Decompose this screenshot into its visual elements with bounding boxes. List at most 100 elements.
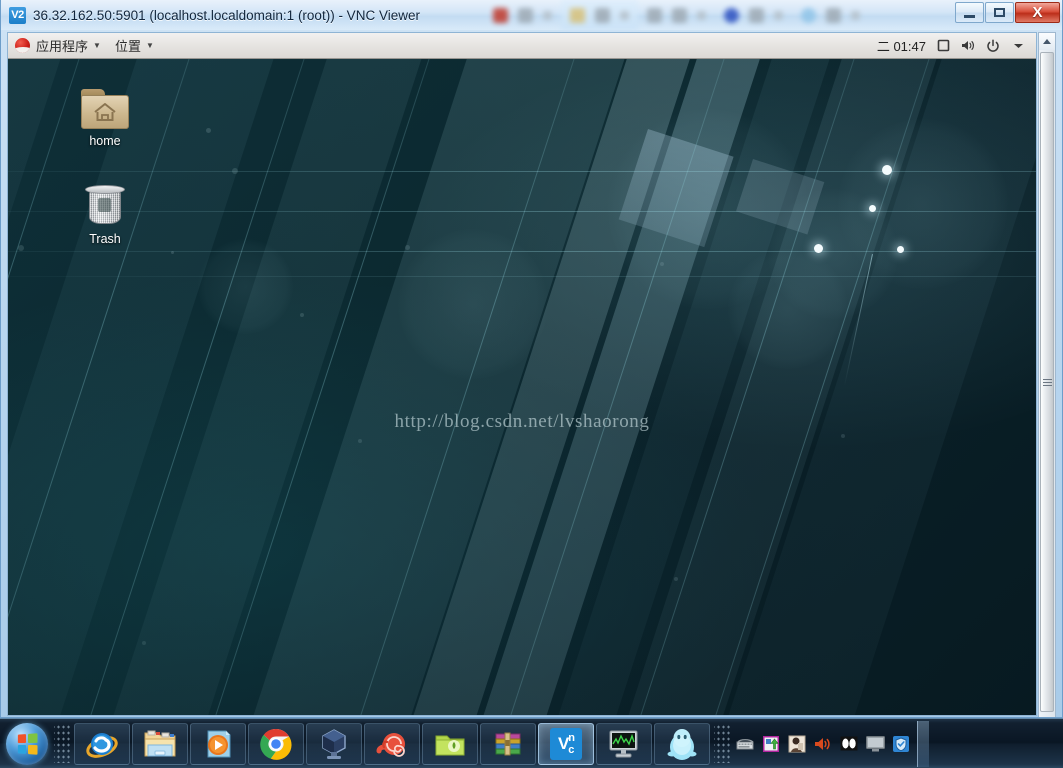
windows-logo-icon <box>6 722 48 765</box>
minimize-button[interactable] <box>955 2 984 23</box>
sidebar-item-applications[interactable]: 应用程序 ▼ <box>8 33 108 59</box>
wallpaper-dot <box>869 205 876 212</box>
file-explorer-icon <box>144 730 176 756</box>
close-icon: X <box>1032 4 1043 21</box>
blurred-toolbar-overlay <box>484 0 939 30</box>
window-titlebar[interactable]: V2 36.32.162.50:5901 (localhost.localdom… <box>1 0 1062 30</box>
sidebar-item-places[interactable]: 位置 ▼ <box>108 33 161 59</box>
photo-icon[interactable] <box>787 734 807 754</box>
wallpaper-diagonal-line <box>8 59 389 715</box>
wallpaper-diagonal-line <box>8 59 19 715</box>
taskbar-snail-app[interactable] <box>364 722 420 765</box>
wallpaper-minidot <box>232 168 238 174</box>
taskbar-stock-monitor[interactable] <box>596 722 652 765</box>
desktop-wallpaper[interactable]: home Trash http://blog.csdn.net/lvshaoro… <box>8 59 1036 715</box>
vnc-viewer-icon: Vnc <box>550 727 582 760</box>
maximize-button[interactable] <box>985 2 1014 23</box>
watermark-text: http://blog.csdn.net/lvshaorong <box>394 411 650 432</box>
wallpaper-minidot <box>674 577 678 581</box>
wallpaper-bokeh <box>838 119 1008 289</box>
panel-clock[interactable]: 二 01:47 <box>877 36 926 55</box>
taskbar-virtualbox[interactable] <box>306 722 362 765</box>
taskbar-chrome[interactable] <box>248 722 304 765</box>
blurred-small-icon-2 <box>620 10 629 20</box>
virtualbox-icon <box>322 728 346 759</box>
wallpaper-hairline <box>8 211 1036 212</box>
chevron-down-icon-2: ▼ <box>145 41 154 50</box>
taskbar-internet-explorer[interactable] <box>74 722 130 765</box>
taskbar-winrar[interactable] <box>480 722 536 765</box>
window-controls: X <box>955 2 1060 23</box>
scroll-up-button[interactable] <box>1039 33 1055 50</box>
show-desktop-button[interactable] <box>917 720 929 767</box>
wallpaper-minidot <box>841 434 845 438</box>
blurred-gray-icon-4 <box>749 7 764 23</box>
blurred-gray-icon-2 <box>595 7 610 23</box>
taskbar-file-explorer[interactable] <box>132 722 188 765</box>
taskbar-vnc-viewer[interactable]: Vnc <box>538 722 594 765</box>
wallpaper-band <box>8 59 135 715</box>
remote-desktop-client[interactable]: 应用程序 ▼ 位置 ▼ 二 01:47 home Trash http://bl… <box>7 32 1037 716</box>
blurred-gray-icon-5 <box>826 7 841 23</box>
wallpaper-band <box>8 59 342 715</box>
blur-group-4 <box>715 0 792 30</box>
vnc-app-icon: V2 <box>9 6 26 24</box>
wallpaper-minidot <box>405 245 410 250</box>
start-button[interactable] <box>3 722 51 766</box>
qq-penguin-icon <box>667 728 697 760</box>
wallpaper-dot <box>882 165 892 175</box>
blurred-small-icon-4 <box>774 10 783 20</box>
chevron-up-icon <box>1043 39 1051 44</box>
screen-icon[interactable] <box>839 734 859 754</box>
blur-group-2 <box>561 0 638 30</box>
blurred-doc-icon <box>647 7 662 23</box>
wallpaper-minidot <box>300 313 304 317</box>
blurred-yellow-icon <box>570 7 585 23</box>
security-icon[interactable] <box>891 734 911 754</box>
desktop-icon-trash[interactable]: Trash <box>61 177 149 246</box>
upload-icon[interactable] <box>761 734 781 754</box>
trash-icon <box>61 177 149 227</box>
close-button[interactable]: X <box>1015 2 1060 23</box>
wallpaper-dot <box>814 244 823 253</box>
wallpaper-diagonal-line <box>49 59 514 715</box>
wallpaper-minidot <box>358 439 362 443</box>
redhat-logo-icon <box>15 38 30 53</box>
chevron-down-icon: ▼ <box>93 41 101 50</box>
display-icon[interactable] <box>935 38 951 54</box>
power-icon[interactable] <box>985 38 1001 54</box>
blurred-blue-icon <box>724 7 739 23</box>
toolbar-grip-handle[interactable] <box>54 724 70 763</box>
media-player-icon <box>207 730 231 757</box>
vertical-scrollbar[interactable] <box>1038 32 1056 717</box>
taskbar-green-folder[interactable] <box>422 722 478 765</box>
scrollbar-thumb[interactable] <box>1040 52 1054 712</box>
wallpaper-diagonal-line <box>8 59 164 715</box>
keyboard-icon[interactable] <box>735 734 755 754</box>
wallpaper-minidot <box>660 262 664 266</box>
gnome-top-panel: 应用程序 ▼ 位置 ▼ 二 01:47 <box>8 33 1036 59</box>
wallpaper-band <box>84 59 691 715</box>
internet-explorer-icon <box>86 732 118 758</box>
taskbar-media-player[interactable] <box>190 722 246 765</box>
blurred-small-icon <box>543 10 552 20</box>
desktop-icon-home-label: home <box>89 134 121 148</box>
chevron-down-icon-3[interactable] <box>1010 38 1026 54</box>
system-tray <box>735 734 911 754</box>
maximize-icon <box>994 8 1005 17</box>
volume-icon[interactable] <box>960 38 976 54</box>
desktop-icon-home[interactable]: home <box>61 79 149 148</box>
snail-icon <box>376 732 405 757</box>
scrollbar-grip-icon <box>1042 378 1052 386</box>
wallpaper-bokeh <box>198 239 293 334</box>
stock-monitor-icon <box>609 730 638 757</box>
panel-status-area: 二 01:47 <box>877 36 1036 55</box>
wallpaper-minidot <box>171 251 174 254</box>
wallpaper-bokeh <box>728 249 848 369</box>
taskbar-qq[interactable] <box>654 722 710 765</box>
vnc-viewer-window: V2 36.32.162.50:5901 (localhost.localdom… <box>0 0 1063 718</box>
wallpaper-hairline <box>8 251 1036 252</box>
tray-grip-handle[interactable] <box>714 724 730 763</box>
monitor-icon[interactable] <box>865 734 885 754</box>
speaker-icon[interactable] <box>813 734 833 754</box>
